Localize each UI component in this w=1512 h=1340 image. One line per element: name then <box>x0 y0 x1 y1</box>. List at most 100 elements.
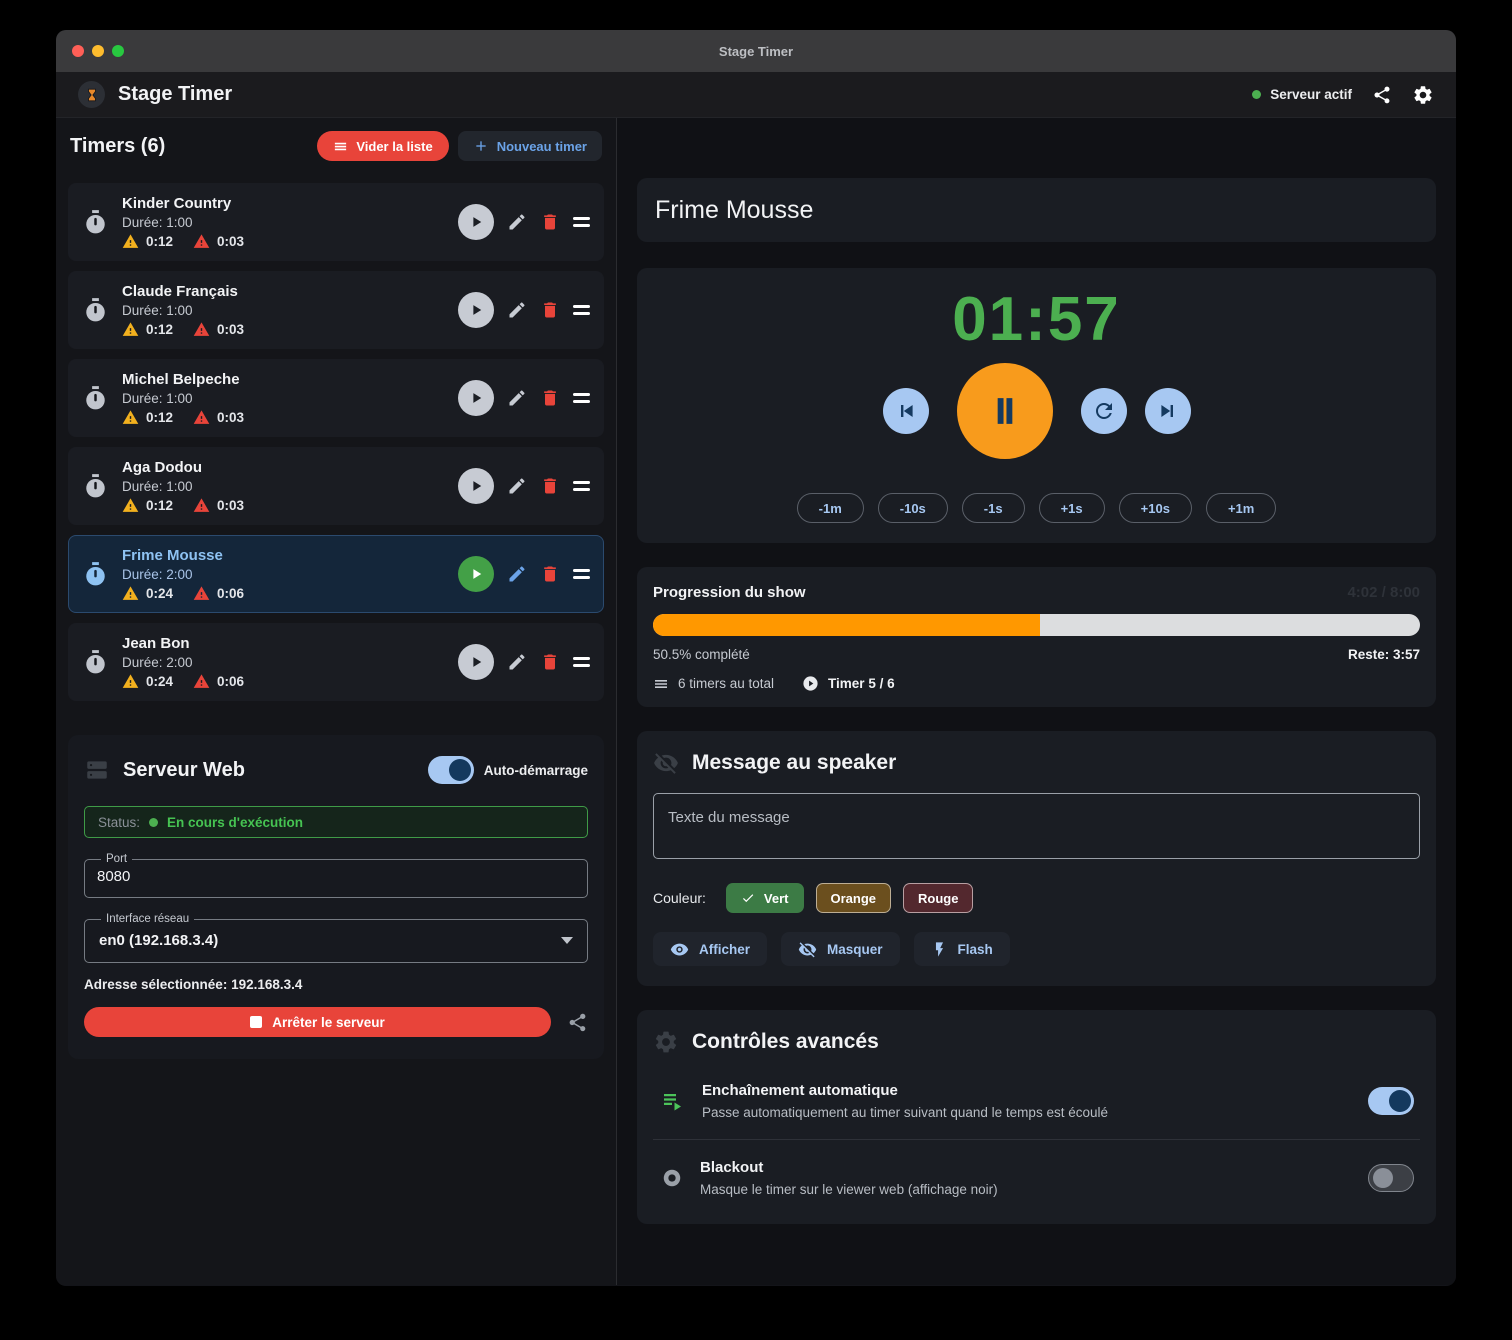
skip-back-icon <box>894 399 918 423</box>
delete-timer-button[interactable] <box>540 476 560 496</box>
adjust-plus-1m-button[interactable]: +1m <box>1206 493 1276 523</box>
warning-triangle-icon <box>122 497 139 514</box>
edit-timer-button[interactable] <box>507 476 527 496</box>
timers-heading: Timers (6) <box>70 135 317 158</box>
timer-display-card: 01:57 -1m -10s -1s +1s +10s +1m <box>637 268 1436 543</box>
share-button[interactable] <box>1372 85 1392 105</box>
edit-timer-button[interactable] <box>507 212 527 232</box>
server-card-title: Serveur Web <box>123 759 415 782</box>
pencil-icon <box>507 564 527 584</box>
adjust-plus-1s-button[interactable]: +1s <box>1039 493 1105 523</box>
drag-handle[interactable] <box>573 657 590 667</box>
play-timer-button[interactable] <box>458 292 494 328</box>
app-title: Stage Timer <box>118 83 232 106</box>
warning-triangle-icon <box>122 673 139 690</box>
eye-off-icon <box>653 750 679 776</box>
running-dot-icon <box>149 818 158 827</box>
drag-handle[interactable] <box>573 481 590 491</box>
timer-row[interactable]: Kinder Country Durée: 1:00 0:12 0:03 <box>68 183 604 261</box>
flash-message-button[interactable]: Flash <box>914 932 1010 966</box>
minimize-window-button[interactable] <box>92 45 104 57</box>
eye-icon <box>670 940 689 959</box>
pencil-icon <box>507 476 527 496</box>
settings-button[interactable] <box>1412 84 1434 106</box>
interface-field: Interface réseau en0 (192.168.3.4) <box>84 913 588 963</box>
new-timer-button[interactable]: Nouveau timer <box>458 131 602 161</box>
timer-row[interactable]: Jean Bon Durée: 2:00 0:24 0:06 <box>68 623 604 701</box>
color-red-button[interactable]: Rouge <box>903 883 973 913</box>
adjust-plus-10s-button[interactable]: +10s <box>1119 493 1192 523</box>
share-server-button[interactable] <box>567 1012 588 1033</box>
drag-handle[interactable] <box>573 305 590 315</box>
stop-server-button[interactable]: Arrêter le serveur <box>84 1007 551 1037</box>
reload-icon <box>1092 399 1116 423</box>
time-remaining: Reste: 3:57 <box>1348 647 1420 662</box>
status-dot-icon <box>1252 90 1261 99</box>
timer-duration: Durée: 1:00 <box>122 303 458 318</box>
adjust-minus-1s-button[interactable]: -1s <box>962 493 1025 523</box>
critical-triangle-icon <box>193 233 210 250</box>
delete-timer-button[interactable] <box>540 564 560 584</box>
timer-row-selected[interactable]: Frime Mousse Durée: 2:00 0:24 0:06 <box>68 535 604 613</box>
pencil-icon <box>507 388 527 408</box>
critical-badge: 0:03 <box>193 497 244 514</box>
current-timer-title-card: Frime Mousse <box>637 178 1436 242</box>
play-timer-button[interactable] <box>458 644 494 680</box>
blackout-eye-icon <box>661 1167 683 1189</box>
drag-handle[interactable] <box>573 569 590 579</box>
play-timer-button[interactable] <box>458 204 494 240</box>
timer-row[interactable]: Michel Belpeche Durée: 1:00 0:12 0:03 <box>68 359 604 437</box>
delete-timer-button[interactable] <box>540 300 560 320</box>
delete-timer-button[interactable] <box>540 388 560 408</box>
play-timer-button[interactable] <box>458 556 494 592</box>
play-timer-button[interactable] <box>458 468 494 504</box>
drag-handle[interactable] <box>573 393 590 403</box>
server-status-label: Serveur actif <box>1270 87 1352 102</box>
timer-name: Claude Français <box>122 283 458 300</box>
edit-timer-button[interactable] <box>507 388 527 408</box>
adjust-minus-10s-button[interactable]: -10s <box>878 493 948 523</box>
color-green-button[interactable]: Vert <box>726 883 804 913</box>
message-input[interactable] <box>653 793 1420 859</box>
play-icon <box>467 653 485 671</box>
port-input[interactable] <box>97 868 575 885</box>
blackout-desc: Masque le timer sur le viewer web (affic… <box>700 1182 1351 1197</box>
restart-button[interactable] <box>1081 388 1127 434</box>
blackout-toggle[interactable] <box>1368 1164 1414 1192</box>
zoom-window-button[interactable] <box>112 45 124 57</box>
adjust-minus-1m-button[interactable]: -1m <box>797 493 864 523</box>
edit-timer-button[interactable] <box>507 652 527 672</box>
timer-name: Kinder Country <box>122 195 458 212</box>
share-icon <box>1372 85 1392 105</box>
edit-timer-button[interactable] <box>507 300 527 320</box>
edit-timer-button[interactable] <box>507 564 527 584</box>
app-header: Stage Timer Serveur actif <box>56 72 1456 118</box>
hide-message-button[interactable]: Masquer <box>781 932 900 966</box>
autostart-toggle[interactable] <box>428 756 474 784</box>
clear-list-button[interactable]: Vider la liste <box>317 131 448 161</box>
check-icon <box>741 891 755 905</box>
speaker-message-card: Message au speaker Couleur: Vert Orange … <box>637 731 1436 986</box>
elapsed-total: 4:02 / 8:00 <box>1347 584 1420 601</box>
play-timer-button[interactable] <box>458 380 494 416</box>
blackout-row: Blackout Masque le timer sur le viewer w… <box>653 1140 1420 1216</box>
share-icon <box>567 1012 588 1033</box>
pause-button[interactable] <box>957 363 1053 459</box>
delete-timer-button[interactable] <box>540 652 560 672</box>
close-window-button[interactable] <box>72 45 84 57</box>
drag-handle[interactable] <box>573 217 590 227</box>
timer-row[interactable]: Aga Dodou Durée: 1:00 0:12 0:03 <box>68 447 604 525</box>
stop-icon <box>250 1016 262 1028</box>
auto-chain-toggle[interactable] <box>1368 1087 1414 1115</box>
gear-icon <box>1412 84 1434 106</box>
critical-triangle-icon <box>193 409 210 426</box>
list-icon <box>653 676 669 692</box>
color-orange-button[interactable]: Orange <box>816 883 892 913</box>
show-message-button[interactable]: Afficher <box>653 932 767 966</box>
previous-timer-button[interactable] <box>883 388 929 434</box>
gear-icon <box>653 1029 679 1055</box>
delete-timer-button[interactable] <box>540 212 560 232</box>
interface-select[interactable]: en0 (192.168.3.4) <box>97 928 575 951</box>
next-timer-button[interactable] <box>1145 388 1191 434</box>
timer-row[interactable]: Claude Français Durée: 1:00 0:12 0:03 <box>68 271 604 349</box>
